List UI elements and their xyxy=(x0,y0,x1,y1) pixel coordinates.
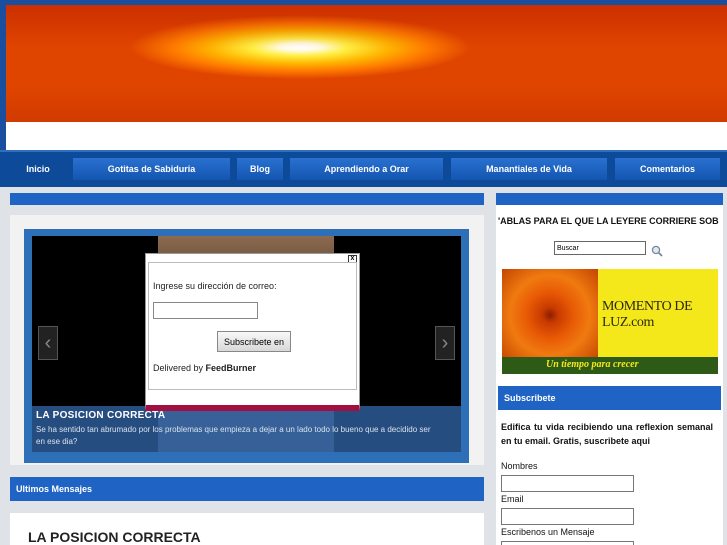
slide-title[interactable]: LA POSICION CORRECTA xyxy=(36,410,457,421)
name-field[interactable] xyxy=(501,475,634,492)
slide-text: Se ha sentido tan abrumado por los probl… xyxy=(36,425,431,446)
delivered-prefix: Delivered by xyxy=(153,363,204,373)
chevron-left-icon[interactable]: ‹ xyxy=(38,326,58,360)
nav-item-aprendiendo[interactable]: Aprendiendo a Orar xyxy=(290,158,443,180)
popup-body: Ingrese su dirección de correo: Subscrib… xyxy=(148,262,357,390)
popup-submit-button[interactable]: Subscribete en xyxy=(217,331,291,352)
ad-brand: MOMENTO DE LUZ.com xyxy=(602,299,693,330)
nav-item-gotitas[interactable]: Gotitas de Sabiduria xyxy=(73,158,230,180)
feedburner-link[interactable]: FeedBurner xyxy=(206,363,257,373)
email-label: Email xyxy=(501,494,524,504)
message-label: Escribenos un Mensaje xyxy=(501,527,595,537)
nav-item-inicio[interactable]: Inicio xyxy=(12,158,64,180)
subscribe-popup: x Ingrese su dirección de correo: Subscr… xyxy=(145,253,360,411)
nav-item-blog[interactable]: Blog xyxy=(237,158,283,180)
post-card: LA POSICION CORRECTA xyxy=(10,513,484,545)
slide-caption: LA POSICION CORRECTA Se ha sentido tan a… xyxy=(32,406,461,452)
popup-email-label: Ingrese su dirección de correo: xyxy=(153,281,277,291)
magnifier-icon[interactable] xyxy=(651,245,663,257)
nav-item-manantiales[interactable]: Manantiales de Vida xyxy=(451,158,607,180)
chevron-right-icon[interactable]: › xyxy=(435,326,455,360)
flower-image xyxy=(502,269,598,357)
post-title[interactable]: LA POSICION CORRECTA xyxy=(28,529,201,545)
sidebar-top-bar xyxy=(496,193,723,205)
sidebar: 'ABLAS PARA EL QUE LA LEYERE CORRIERE SO… xyxy=(496,193,723,545)
main-top-bar xyxy=(10,193,484,205)
nav-item-comentarios[interactable]: Comentarios xyxy=(615,158,720,180)
popup-delivered-by: Delivered by FeedBurner xyxy=(153,363,352,373)
message-field[interactable] xyxy=(501,541,634,545)
scrolling-marquee: 'ABLAS PARA EL QUE LA LEYERE CORRIERE SO… xyxy=(498,216,719,226)
subscribe-description: Edifica tu vida recibiendo una reflexion… xyxy=(501,422,713,446)
name-label: Nombres xyxy=(501,461,538,471)
main-nav: Inicio Gotitas de Sabiduria Blog Aprendi… xyxy=(0,150,727,187)
ad-tagline: Un tiempo para crecer xyxy=(546,359,639,370)
section-header-subscribe: Subscribete xyxy=(498,386,721,410)
header-strip xyxy=(6,122,727,150)
popup-email-input[interactable] xyxy=(153,302,258,319)
header-banner xyxy=(0,0,727,122)
section-header-ultimos: Ultimos Mensajes xyxy=(10,477,484,501)
search-input[interactable] xyxy=(554,241,646,255)
ad-banner[interactable]: MOMENTO DE LUZ.com Un tiempo para crecer xyxy=(502,269,718,374)
email-field[interactable] xyxy=(501,508,634,525)
banner-frame-top xyxy=(0,0,727,5)
